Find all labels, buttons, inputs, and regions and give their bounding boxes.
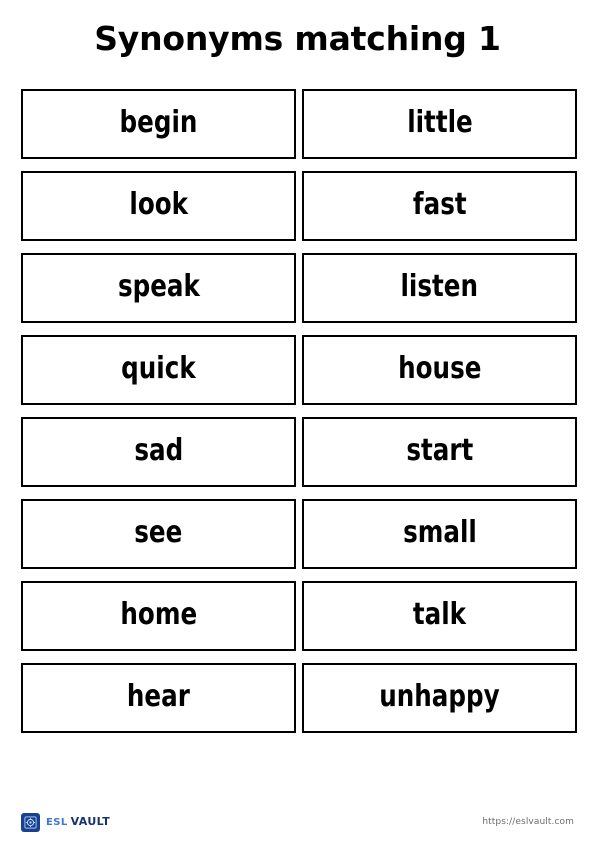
word-card-label: small (402, 515, 477, 550)
brand-name-secondary: Vault (70, 815, 111, 828)
word-card[interactable]: house (302, 335, 577, 405)
word-card[interactable]: hear (21, 663, 296, 733)
word-card-label: talk (412, 597, 467, 632)
word-card-label: speak (117, 269, 200, 304)
word-card-label: unhappy (379, 679, 500, 714)
worksheet-page: Synonyms matching 1 begin little look fast s… (0, 0, 595, 842)
word-card[interactable]: little (302, 89, 577, 159)
word-card[interactable]: home (21, 581, 296, 651)
word-card[interactable]: listen (302, 253, 577, 323)
word-card[interactable]: start (302, 417, 577, 487)
word-card[interactable]: talk (302, 581, 577, 651)
word-card-label: home (120, 597, 197, 632)
word-card-label: see (134, 515, 183, 550)
word-card-label: quick (121, 351, 196, 386)
word-card-label: begin (119, 105, 198, 140)
word-card[interactable]: see (21, 499, 296, 569)
vault-logo-icon (21, 812, 40, 832)
word-card[interactable]: speak (21, 253, 296, 323)
footer-website-url[interactable]: https://eslvault.com (482, 817, 574, 827)
page-footer: ESL Vault https://eslvault.com (0, 806, 595, 838)
word-card[interactable]: unhappy (302, 663, 577, 733)
brand-logo: ESL Vault (21, 812, 110, 832)
brand-name-primary: ESL (46, 817, 68, 828)
word-card-label: start (406, 433, 473, 468)
word-card[interactable]: fast (302, 171, 577, 241)
word-card-label: fast (412, 187, 467, 222)
word-card[interactable]: begin (21, 89, 296, 159)
word-card[interactable]: sad (21, 417, 296, 487)
word-card-label: look (129, 187, 188, 222)
word-card-label: sad (134, 433, 183, 468)
word-card-label: house (397, 351, 482, 386)
word-card-label: hear (127, 679, 190, 714)
word-card[interactable]: look (21, 171, 296, 241)
word-card[interactable]: quick (21, 335, 296, 405)
word-card-label: listen (400, 269, 479, 304)
brand-name: ESL Vault (46, 816, 110, 828)
word-card-label: little (406, 105, 473, 140)
page-title: Synonyms matching 1 (94, 19, 501, 58)
word-card-grid: begin little look fast speak listen quick house… (21, 89, 577, 733)
word-card[interactable]: small (302, 499, 577, 569)
